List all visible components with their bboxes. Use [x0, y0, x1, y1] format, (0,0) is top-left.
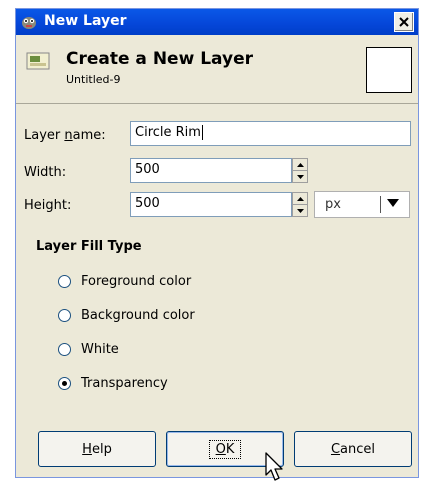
width-increment-button[interactable]: [293, 159, 307, 171]
close-button[interactable]: [394, 12, 414, 32]
label-text: ancel: [340, 441, 376, 457]
height-increment-button[interactable]: [293, 193, 307, 205]
label-text: K: [225, 441, 235, 457]
label-mnemonic: C: [330, 441, 341, 457]
mouse-pointer-icon: [265, 452, 283, 481]
label-mnemonic: n: [64, 128, 73, 143]
radio-label: Background color: [81, 308, 195, 323]
button-label: Cancel: [331, 442, 375, 457]
chevron-down-icon: [387, 199, 399, 207]
radio-label: Foreground color: [81, 274, 192, 289]
layer-name-input[interactable]: Circle Rim​: [130, 121, 411, 146]
width-spin-buttons[interactable]: [292, 158, 308, 183]
radio-button[interactable]: [58, 275, 71, 288]
header-subtitle: Untitled-9: [66, 73, 121, 86]
width-value: 500: [135, 162, 160, 177]
window-title: New Layer: [44, 13, 127, 29]
label-mnemonic: H: [82, 441, 92, 457]
arrow-up-icon: [296, 196, 304, 201]
close-icon: [399, 17, 409, 27]
arrow-up-icon: [296, 162, 304, 167]
new-layer-dialog: New Layer Create a New Layer Untitled-9 …: [15, 8, 419, 478]
radio-transparency[interactable]: Transparency: [58, 376, 168, 391]
layer-icon: [26, 52, 50, 70]
fill-type-heading: Layer Fill Type: [36, 239, 142, 254]
arrow-down-icon: [296, 174, 304, 179]
dialog-header: Create a New Layer Untitled-9: [16, 35, 418, 104]
text-caret: ​: [201, 125, 203, 140]
radio-foreground-color[interactable]: Foreground color: [58, 274, 191, 289]
cancel-button[interactable]: Cancel: [294, 431, 412, 467]
button-label: OK: [208, 439, 242, 459]
label-text: elp: [91, 441, 112, 457]
radio-button[interactable]: [58, 309, 71, 322]
radio-label: White: [81, 342, 119, 357]
radio-button-selected[interactable]: [58, 377, 71, 390]
title-bar[interactable]: New Layer: [16, 9, 418, 35]
radio-background-color[interactable]: Background color: [58, 308, 195, 323]
radio-button[interactable]: [58, 343, 71, 356]
height-spin-buttons[interactable]: [292, 192, 308, 217]
height-input[interactable]: 500: [130, 192, 292, 217]
button-label: Help: [82, 442, 112, 457]
width-input[interactable]: 500: [130, 158, 292, 183]
label-text: Layer: [24, 128, 65, 143]
header-title: Create a New Layer: [66, 49, 253, 69]
height-value: 500: [135, 196, 160, 211]
unit-dropdown[interactable]: px: [314, 191, 410, 218]
height-decrement-button[interactable]: [293, 205, 307, 216]
radio-label: Transparency: [81, 376, 168, 391]
layer-name-label: Layer name:: [24, 128, 106, 143]
gimp-icon: [22, 17, 36, 29]
help-button[interactable]: Help: [38, 431, 156, 467]
radio-selected-dot: [62, 381, 67, 386]
width-label: Width:: [24, 165, 67, 180]
layer-name-value: Circle Rim: [135, 125, 201, 140]
unit-value: px: [325, 197, 341, 212]
arrow-down-icon: [296, 208, 304, 213]
width-decrement-button[interactable]: [293, 171, 307, 182]
radio-white[interactable]: White: [58, 342, 119, 357]
label-text: ame:: [72, 128, 106, 143]
dropdown-separator: [380, 196, 381, 213]
height-label: Height:: [24, 198, 72, 213]
layer-preview-thumbnail: [366, 47, 412, 93]
label-mnemonic: O: [215, 441, 226, 457]
